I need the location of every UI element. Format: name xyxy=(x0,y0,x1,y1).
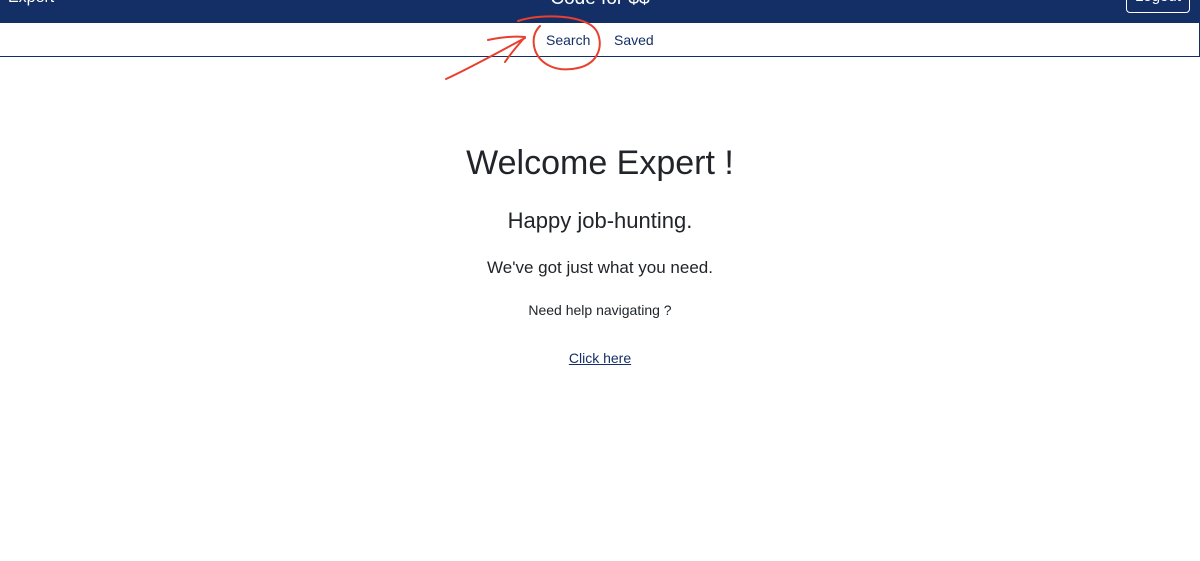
need-heading: We've got just what you need. xyxy=(487,258,713,277)
help-link-container: Click here xyxy=(0,349,1200,367)
happy-heading: Happy job-hunting. xyxy=(507,208,693,233)
main-content: Welcome Expert ! Happy job-hunting. We'v… xyxy=(0,0,1200,561)
help-text: Need help navigating ? xyxy=(528,302,672,318)
page-title: Welcome Expert ! xyxy=(466,144,734,182)
help-link[interactable]: Click here xyxy=(569,350,631,366)
